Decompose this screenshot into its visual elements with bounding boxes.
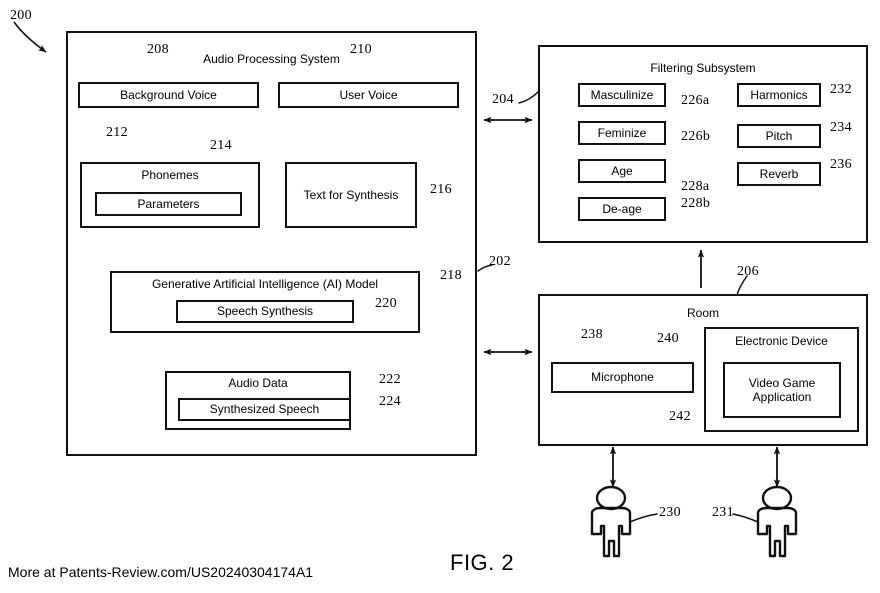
box-label-speech-synthesis: Speech Synthesis bbox=[216, 304, 314, 319]
ref-222: 222 bbox=[379, 372, 401, 387]
box-speech-synthesis[interactable]: Speech Synthesis bbox=[176, 300, 354, 323]
ref-216: 216 bbox=[430, 182, 452, 197]
ref-224: 224 bbox=[379, 394, 401, 409]
box-background-voice[interactable]: Background Voice bbox=[78, 82, 259, 108]
ref-238: 238 bbox=[581, 327, 603, 342]
ref-226a: 226a bbox=[681, 93, 710, 108]
box-microphone[interactable]: Microphone bbox=[551, 362, 694, 393]
box-label-harmonics: Harmonics bbox=[750, 87, 808, 102]
box-text-for-synthesis[interactable]: Text for Synthesis bbox=[285, 162, 417, 228]
box-label-phonemes: Phonemes bbox=[141, 168, 199, 182]
box-label-parameters: Parameters bbox=[137, 196, 200, 211]
ref-231: 231 bbox=[712, 505, 734, 520]
ref-242: 242 bbox=[669, 409, 691, 424]
box-pitch[interactable]: Pitch bbox=[737, 124, 821, 148]
box-masculinize[interactable]: Masculinize bbox=[578, 83, 666, 107]
box-label-de-age: De-age bbox=[602, 201, 642, 216]
ref-212: 212 bbox=[106, 125, 128, 140]
box-label-age: Age bbox=[611, 163, 633, 178]
panel-title-audio-processing-system: Audio Processing System bbox=[203, 52, 340, 66]
ref-236: 236 bbox=[830, 157, 852, 172]
patent-figure-canvas: Audio Processing System Background Voice… bbox=[0, 0, 880, 593]
leader-204 bbox=[518, 91, 539, 104]
box-label-background-voice: Background Voice bbox=[120, 87, 217, 102]
box-feminize[interactable]: Feminize bbox=[578, 121, 666, 145]
ref-220: 220 bbox=[375, 296, 397, 311]
ref-214: 214 bbox=[210, 138, 232, 153]
box-reverb[interactable]: Reverb bbox=[737, 162, 821, 186]
leader-230 bbox=[629, 513, 658, 523]
ref-234: 234 bbox=[830, 120, 852, 135]
ref-202: 202 bbox=[489, 254, 511, 269]
ref-208: 208 bbox=[147, 42, 169, 57]
box-label-video-game-application: Video Game Application bbox=[748, 375, 816, 404]
box-label-feminize: Feminize bbox=[597, 125, 647, 140]
box-label-user-voice: User Voice bbox=[339, 87, 398, 102]
footer-source-note: More at Patents-Review.com/US20240304174… bbox=[8, 564, 314, 580]
ref-228b: 228b bbox=[681, 196, 711, 211]
ref-218: 218 bbox=[440, 268, 462, 283]
ref-210: 210 bbox=[350, 42, 372, 57]
box-age[interactable]: Age bbox=[578, 159, 666, 183]
panel-title-filtering-subsystem: Filtering Subsystem bbox=[650, 61, 756, 75]
box-video-game-application[interactable]: Video Game Application bbox=[723, 362, 841, 418]
box-parameters[interactable]: Parameters bbox=[95, 192, 242, 216]
box-harmonics[interactable]: Harmonics bbox=[737, 83, 821, 107]
ref-230: 230 bbox=[659, 505, 681, 520]
person-right-figure bbox=[756, 485, 798, 558]
person-left-figure bbox=[590, 485, 632, 558]
box-de-age[interactable]: De-age bbox=[578, 197, 666, 221]
ref-226b: 226b bbox=[681, 129, 711, 144]
ref-204: 204 bbox=[492, 92, 514, 107]
box-label-synthesized-speech: Synthesized Speech bbox=[209, 402, 320, 417]
box-label-text-for-synthesis: Text for Synthesis bbox=[303, 187, 399, 202]
ref-200: 200 bbox=[10, 8, 32, 23]
leader-200 bbox=[13, 21, 47, 53]
box-label-masculinize: Masculinize bbox=[590, 87, 654, 102]
box-user-voice[interactable]: User Voice bbox=[278, 82, 459, 108]
ref-240: 240 bbox=[657, 331, 679, 346]
leader-231 bbox=[732, 513, 759, 523]
ref-228a: 228a bbox=[681, 179, 710, 194]
box-label-microphone: Microphone bbox=[591, 370, 654, 385]
box-synthesized-speech[interactable]: Synthesized Speech bbox=[178, 398, 351, 421]
panel-title-room: Room bbox=[686, 306, 719, 320]
figure-caption: FIG. 2 bbox=[450, 550, 515, 575]
ref-206: 206 bbox=[737, 264, 759, 279]
box-label-electronic-device: Electronic Device bbox=[735, 334, 828, 348]
box-label-reverb: Reverb bbox=[759, 166, 799, 181]
box-label-audio-data: Audio Data bbox=[228, 376, 288, 390]
box-label-ai-model: Generative Artificial Intelligence (AI) … bbox=[151, 277, 379, 291]
ref-232: 232 bbox=[830, 82, 852, 97]
box-label-pitch: Pitch bbox=[765, 128, 793, 143]
